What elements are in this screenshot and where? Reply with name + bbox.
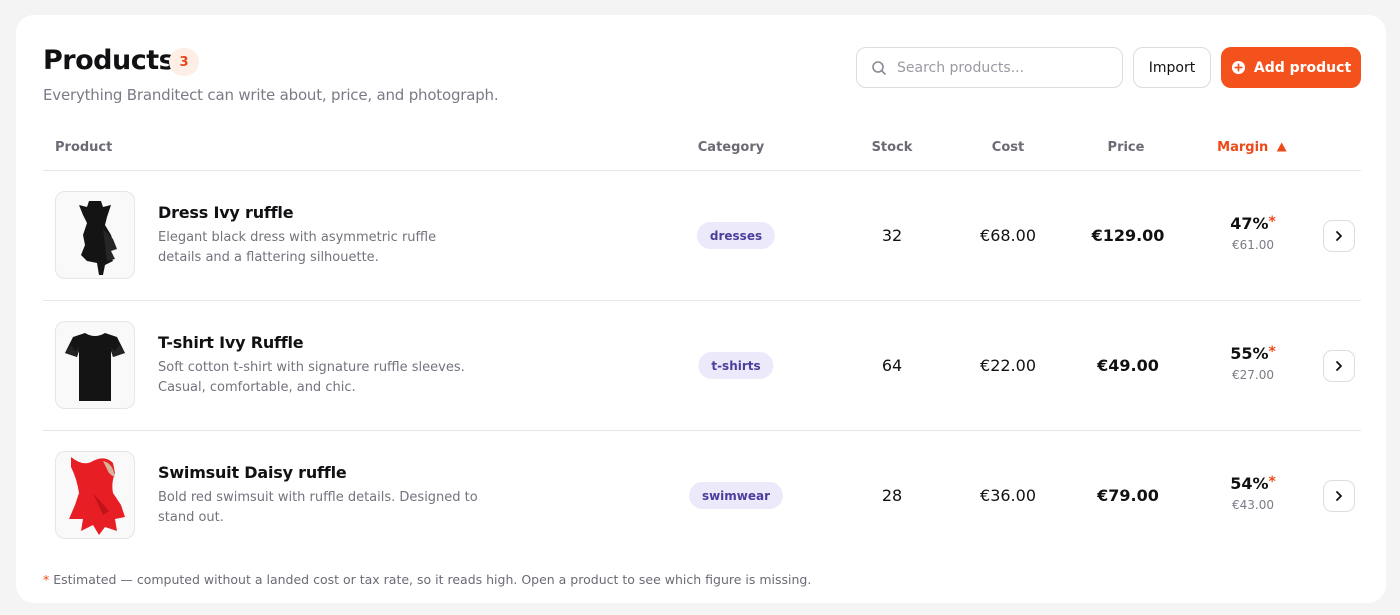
cost-value: €22.00 xyxy=(980,356,1036,375)
margin-header-label: Margin xyxy=(1217,140,1269,155)
chevron-right-icon xyxy=(1336,231,1342,241)
margin-percent-value: 55% xyxy=(1230,344,1269,363)
estimate-marker: * xyxy=(1268,214,1276,230)
table-row[interactable]: T-shirt Ivy Ruffle Soft cotton t-shirt w… xyxy=(43,301,1361,431)
cost-value: €36.00 xyxy=(980,486,1036,505)
margin-percent-value: 47% xyxy=(1230,214,1269,233)
category-badge: t-shirts xyxy=(698,352,774,379)
page-title: Products xyxy=(43,45,175,76)
margin-percent: 47%* xyxy=(1230,214,1276,233)
price-value: €79.00 xyxy=(1097,486,1159,505)
product-description: Elegant black dress with asymmetric ruff… xyxy=(158,230,437,265)
product-description: Bold red swimsuit with ruffle details. D… xyxy=(158,490,478,525)
search-input[interactable] xyxy=(897,59,1117,76)
estimate-marker: * xyxy=(1268,344,1276,360)
plus-circle-icon xyxy=(1231,60,1245,75)
product-thumbnail xyxy=(55,191,135,279)
column-header-price[interactable]: Price xyxy=(1108,140,1145,155)
margin-amount: €43.00 xyxy=(1232,498,1274,512)
price-value: €129.00 xyxy=(1091,226,1165,245)
product-thumbnail xyxy=(55,451,135,539)
table-header: Product Category Stock Cost Price Margin xyxy=(43,127,1361,171)
margin-amount: €61.00 xyxy=(1232,238,1274,252)
add-product-button[interactable]: Add product xyxy=(1221,47,1361,88)
open-product-button[interactable] xyxy=(1323,480,1355,512)
margin-percent: 54%* xyxy=(1230,474,1276,493)
add-product-label: Add product xyxy=(1253,59,1352,76)
product-name[interactable]: T-shirt Ivy Ruffle xyxy=(158,333,304,352)
table-row[interactable]: Swimsuit Daisy ruffle Bold red swimsuit … xyxy=(43,431,1361,561)
product-name[interactable]: Dress Ivy ruffle xyxy=(158,203,294,222)
product-name[interactable]: Swimsuit Daisy ruffle xyxy=(158,463,347,482)
margin-percent: 55%* xyxy=(1230,344,1276,363)
triangle-up-icon xyxy=(1276,142,1287,152)
margin-amount: €27.00 xyxy=(1232,368,1274,382)
cost-value: €68.00 xyxy=(980,226,1036,245)
column-header-margin[interactable]: Margin xyxy=(1217,140,1287,155)
table-row[interactable]: Dress Ivy ruffle Elegant black dress wit… xyxy=(43,171,1361,301)
open-product-button[interactable] xyxy=(1323,350,1355,382)
price-value: €49.00 xyxy=(1097,356,1159,375)
footnote-marker: * xyxy=(43,572,50,587)
chevron-right-icon xyxy=(1336,361,1342,371)
import-button[interactable]: Import xyxy=(1133,47,1211,88)
page-subtitle: Everything Branditect can write about, p… xyxy=(43,86,499,104)
search-icon xyxy=(872,60,886,75)
column-header-stock[interactable]: Stock xyxy=(872,140,913,155)
search-box[interactable] xyxy=(856,47,1123,88)
product-thumbnail xyxy=(55,321,135,409)
footnote-text: Estimated — computed without a landed co… xyxy=(53,572,812,587)
open-product-button[interactable] xyxy=(1323,220,1355,252)
estimate-marker: * xyxy=(1268,474,1276,490)
column-header-product[interactable]: Product xyxy=(55,140,112,155)
stock-value: 28 xyxy=(881,486,903,505)
stock-value: 64 xyxy=(881,356,903,375)
estimate-footnote: * Estimated — computed without a landed … xyxy=(43,572,811,587)
category-badge: swimwear xyxy=(688,482,784,509)
product-count-badge: 3 xyxy=(169,48,199,76)
product-description: Soft cotton t-shirt with signature ruffl… xyxy=(158,360,465,395)
chevron-right-icon xyxy=(1336,491,1342,501)
products-card: Products 3 Everything Branditect can wri… xyxy=(16,15,1386,603)
black-dress-icon xyxy=(79,201,117,275)
column-header-category[interactable]: Category xyxy=(698,140,764,155)
red-swimsuit-icon xyxy=(69,457,125,535)
black-tshirt-icon xyxy=(65,333,125,401)
column-header-cost[interactable]: Cost xyxy=(992,140,1024,155)
category-badge: dresses xyxy=(696,222,776,249)
margin-percent-value: 54% xyxy=(1230,474,1269,493)
stock-value: 32 xyxy=(881,226,903,245)
